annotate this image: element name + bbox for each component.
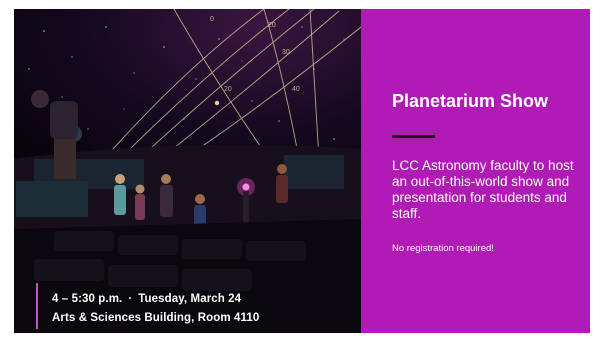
registration-note: No registration required! bbox=[392, 243, 494, 254]
event-description: LCC Astronomy faculty to host an out-of-… bbox=[392, 158, 574, 221]
event-slide: 20 30 40 0 20 4 – 5:30 p.m. · Tuesday, M… bbox=[14, 9, 590, 333]
lamp bbox=[242, 183, 250, 191]
grid-label: 20 bbox=[268, 22, 276, 29]
event-time: 4 – 5:30 p.m. bbox=[52, 293, 123, 305]
grid-label: 30 bbox=[282, 49, 290, 56]
separator-dot: · bbox=[128, 293, 133, 305]
bright-star bbox=[214, 100, 220, 106]
title-divider bbox=[392, 135, 435, 138]
info-panel: Planetarium Show LCC Astronomy faculty t… bbox=[361, 9, 590, 333]
event-date: Tuesday, March 24 bbox=[138, 293, 242, 305]
grid-label: 0 bbox=[210, 16, 214, 23]
grid-label: 20 bbox=[224, 86, 232, 93]
event-time-date: 4 – 5:30 p.m. · Tuesday, March 24 bbox=[52, 293, 241, 305]
event-location: Arts & Sciences Building, Room 4110 bbox=[52, 312, 260, 324]
wall-panel bbox=[284, 155, 344, 189]
event-details: 4 – 5:30 p.m. · Tuesday, March 24 Arts & S… bbox=[36, 281, 336, 333]
accent-rule bbox=[36, 283, 38, 329]
grid-label: 40 bbox=[292, 86, 300, 93]
planetarium-photo: 20 30 40 0 20 4 – 5:30 p.m. · Tuesday, M… bbox=[14, 9, 361, 333]
slide-title: Planetarium Show bbox=[392, 91, 549, 111]
